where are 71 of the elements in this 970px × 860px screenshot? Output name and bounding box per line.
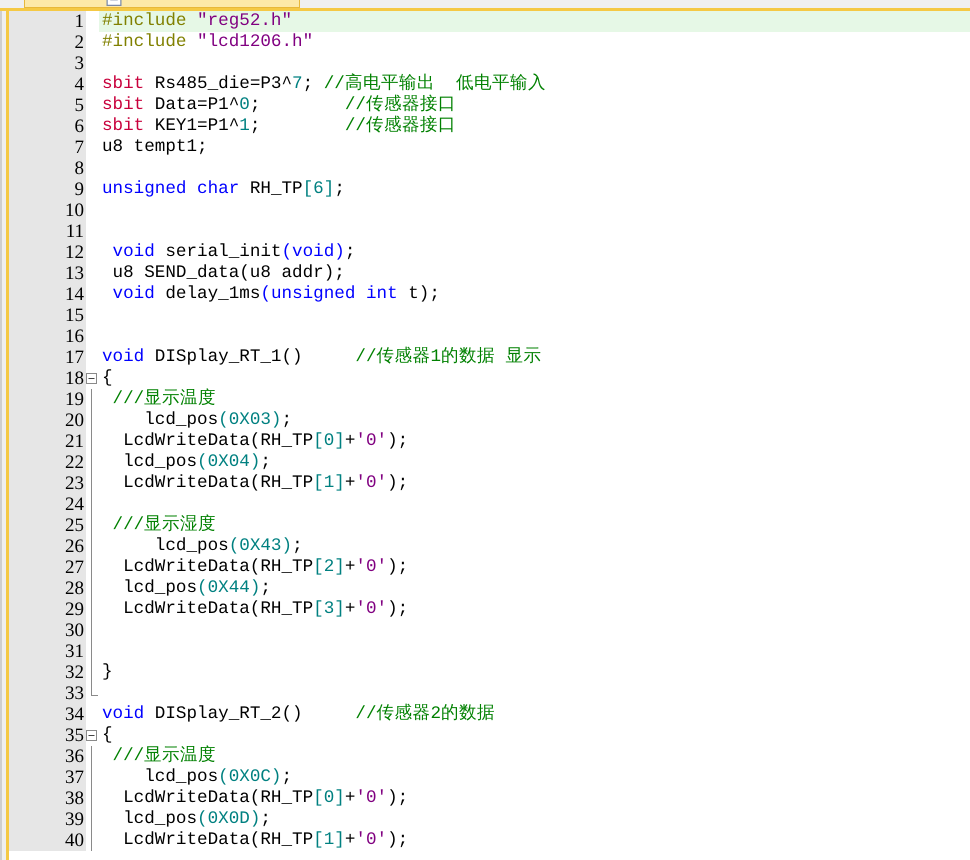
line-number: 25 [9, 515, 86, 536]
code-line: lcd_pos(0X04); [122, 452, 272, 473]
code-line: void DISplay_RT_1() //传感器1的数据 显示 [101, 347, 543, 368]
line-number: 11 [9, 221, 86, 242]
line-number: 37 [9, 767, 86, 788]
code-line: LcdWriteData(RH_TP[0]+'0'); [122, 788, 410, 809]
code-line: LcdWriteData(RH_TP[2]+'0'); [122, 557, 410, 578]
line-number: 12 [9, 242, 86, 263]
line-number: 28 [9, 578, 86, 599]
code-line: #include "lcd1206.h" [101, 32, 314, 53]
line-number: 14 [9, 284, 86, 305]
line-number: 1 [9, 11, 86, 32]
code-line: LcdWriteData(RH_TP[3]+'0'); [122, 599, 410, 620]
line-number: 33 [9, 683, 86, 704]
code-line: sbit KEY1=P1^1; //传感器接口 [101, 116, 457, 137]
line-number: 26 [9, 536, 86, 557]
line-number: 39 [9, 809, 86, 830]
line-number: 6 [9, 116, 86, 137]
line-number: 7 [9, 137, 86, 158]
collapse-icon[interactable] [86, 373, 97, 384]
line-number: 38 [9, 788, 86, 809]
code-line: { [101, 368, 114, 389]
code-line: u8 SEND_data(u8 addr); [112, 263, 346, 284]
line-number: 9 [9, 179, 86, 200]
line-number: 20 [9, 410, 86, 431]
line-number: 30 [9, 620, 86, 641]
line-number: 19 [9, 389, 86, 410]
line-number: 8 [9, 158, 86, 179]
line-number: 15 [9, 305, 86, 326]
line-number: 31 [9, 641, 86, 662]
line-number: 3 [9, 53, 86, 74]
line-number: 2 [9, 32, 86, 53]
line-number: 34 [9, 704, 86, 725]
line-number: 10 [9, 200, 86, 221]
line-number: 36 [9, 746, 86, 767]
line-number: 5 [9, 95, 86, 116]
code-line: void DISplay_RT_2() //传感器2的数据 [101, 704, 496, 725]
line-number: 27 [9, 557, 86, 578]
code-line: } [101, 662, 114, 683]
line-number: 13 [9, 263, 86, 284]
line-number: 22 [9, 452, 86, 473]
line-number: 23 [9, 473, 86, 494]
code-line: u8 tempt1; [101, 137, 209, 158]
line-number: 21 [9, 431, 86, 452]
code-line: ///显示温度 [112, 389, 218, 410]
line-number: 24 [9, 494, 86, 515]
code-line: LcdWriteData(RH_TP[1]+'0'); [122, 473, 410, 494]
line-number: 40 [9, 830, 86, 851]
code-line: LcdWriteData(RH_TP[0]+'0'); [122, 431, 410, 452]
code-line: ///显示湿度 [112, 515, 218, 536]
line-number: 4 [9, 74, 86, 95]
line-number: 16 [9, 326, 86, 347]
code-line: void serial_init(void); [112, 242, 356, 263]
code-line: lcd_pos(0X44); [122, 578, 272, 599]
code-line: unsigned char RH_TP[6]; [101, 179, 346, 200]
code-line: lcd_pos(0X0D); [122, 809, 272, 830]
line-number: 32 [9, 662, 86, 683]
collapse-icon[interactable] [86, 730, 97, 741]
code-line: lcd_pos(0X03); [143, 410, 294, 431]
code-line: void delay_1ms(unsigned int t); [112, 284, 441, 305]
line-number: 35 [9, 725, 86, 746]
code-line: { [101, 725, 114, 746]
line-number: 18 [9, 368, 86, 389]
code-line: sbit Rs485_die=P3^7; //高电平输出 低电平输入 [101, 74, 547, 94]
line-number: 29 [9, 599, 86, 620]
code-line: ///显示温度 [112, 746, 218, 767]
code-line: sbit Data=P1^0; //传感器接口 [101, 95, 457, 116]
code-line: LcdWriteData(RH_TP[1]+'0'); [122, 830, 410, 851]
code-line: lcd_pos(0X43); [154, 536, 304, 557]
line-number: 17 [9, 347, 86, 368]
code-line: lcd_pos(0X0C); [143, 767, 294, 788]
